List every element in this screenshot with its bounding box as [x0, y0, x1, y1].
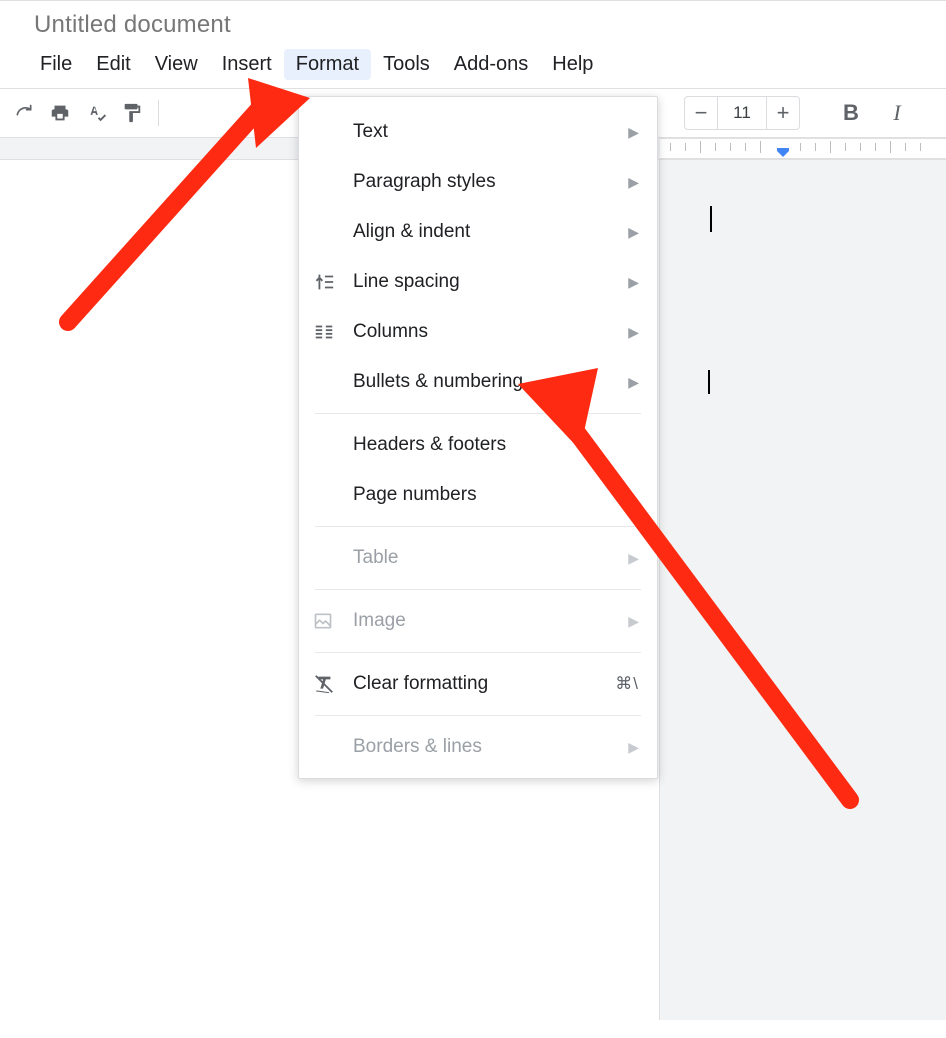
menu-view[interactable]: View: [143, 49, 210, 80]
chevron-right-icon: ▶: [628, 613, 639, 630]
document-title[interactable]: Untitled document: [0, 5, 946, 39]
bold-button[interactable]: B: [836, 100, 866, 126]
chevron-right-icon: ▶: [628, 224, 639, 241]
text-cursor: [710, 206, 712, 232]
paint-format-button[interactable]: [114, 96, 150, 130]
clear-format-icon: [313, 673, 353, 695]
chevron-right-icon: ▶: [628, 174, 639, 191]
chevron-right-icon: ▶: [628, 550, 639, 567]
menu-divider: [315, 589, 641, 590]
format-line-spacing[interactable]: Line spacing ▶: [299, 257, 657, 307]
format-paragraph-styles[interactable]: Paragraph styles ▶: [299, 157, 657, 207]
menu-file[interactable]: File: [28, 49, 84, 80]
menu-format[interactable]: Format: [284, 49, 371, 80]
redo-button[interactable]: [6, 96, 42, 130]
text-caret: [708, 370, 710, 394]
font-size-decrease[interactable]: −: [684, 96, 718, 130]
menu-edit[interactable]: Edit: [84, 49, 142, 80]
chevron-right-icon: ▶: [628, 274, 639, 291]
chevron-right-icon: ▶: [628, 324, 639, 341]
menu-help[interactable]: Help: [540, 49, 605, 80]
menu-divider: [315, 526, 641, 527]
paint-format-icon: [121, 102, 143, 124]
format-image: Image ▶: [299, 596, 657, 646]
menu-divider: [315, 652, 641, 653]
columns-icon: [313, 321, 353, 343]
format-table: Table ▶: [299, 533, 657, 583]
redo-icon: [14, 103, 34, 123]
print-button[interactable]: [42, 96, 78, 130]
menu-divider: [315, 715, 641, 716]
spellcheck-button[interactable]: [78, 96, 114, 130]
ruler-indent-marker[interactable]: [775, 148, 791, 160]
format-bullets-numbering[interactable]: Bullets & numbering ▶: [299, 357, 657, 407]
print-icon: [49, 102, 71, 124]
shortcut-label: ⌘\: [615, 674, 639, 694]
italic-button[interactable]: I: [882, 100, 912, 126]
toolbar-separator: [158, 100, 159, 126]
format-text[interactable]: Text ▶: [299, 107, 657, 157]
format-columns[interactable]: Columns ▶: [299, 307, 657, 357]
format-dropdown: Text ▶ Paragraph styles ▶ Align & indent…: [298, 96, 658, 779]
format-headers-footers[interactable]: Headers & footers: [299, 420, 657, 470]
font-size-increase[interactable]: +: [766, 96, 800, 130]
chevron-right-icon: ▶: [628, 739, 639, 756]
chevron-right-icon: ▶: [628, 124, 639, 141]
menu-insert[interactable]: Insert: [210, 49, 284, 80]
format-clear-formatting[interactable]: Clear formatting ⌘\: [299, 659, 657, 709]
format-align-indent[interactable]: Align & indent ▶: [299, 207, 657, 257]
format-borders-lines: Borders & lines ▶: [299, 722, 657, 772]
image-icon: [313, 611, 353, 631]
font-size-group: − 11 +: [684, 96, 800, 130]
menu-divider: [315, 413, 641, 414]
line-spacing-icon: [313, 271, 353, 293]
format-page-numbers[interactable]: Page numbers: [299, 470, 657, 520]
spellcheck-icon: [85, 102, 107, 124]
menu-addons[interactable]: Add-ons: [442, 49, 541, 80]
menu-bar: File Edit View Insert Format Tools Add-o…: [0, 39, 946, 88]
chevron-right-icon: ▶: [628, 374, 639, 391]
menu-tools[interactable]: Tools: [371, 49, 442, 80]
font-size-field[interactable]: 11: [718, 96, 766, 130]
